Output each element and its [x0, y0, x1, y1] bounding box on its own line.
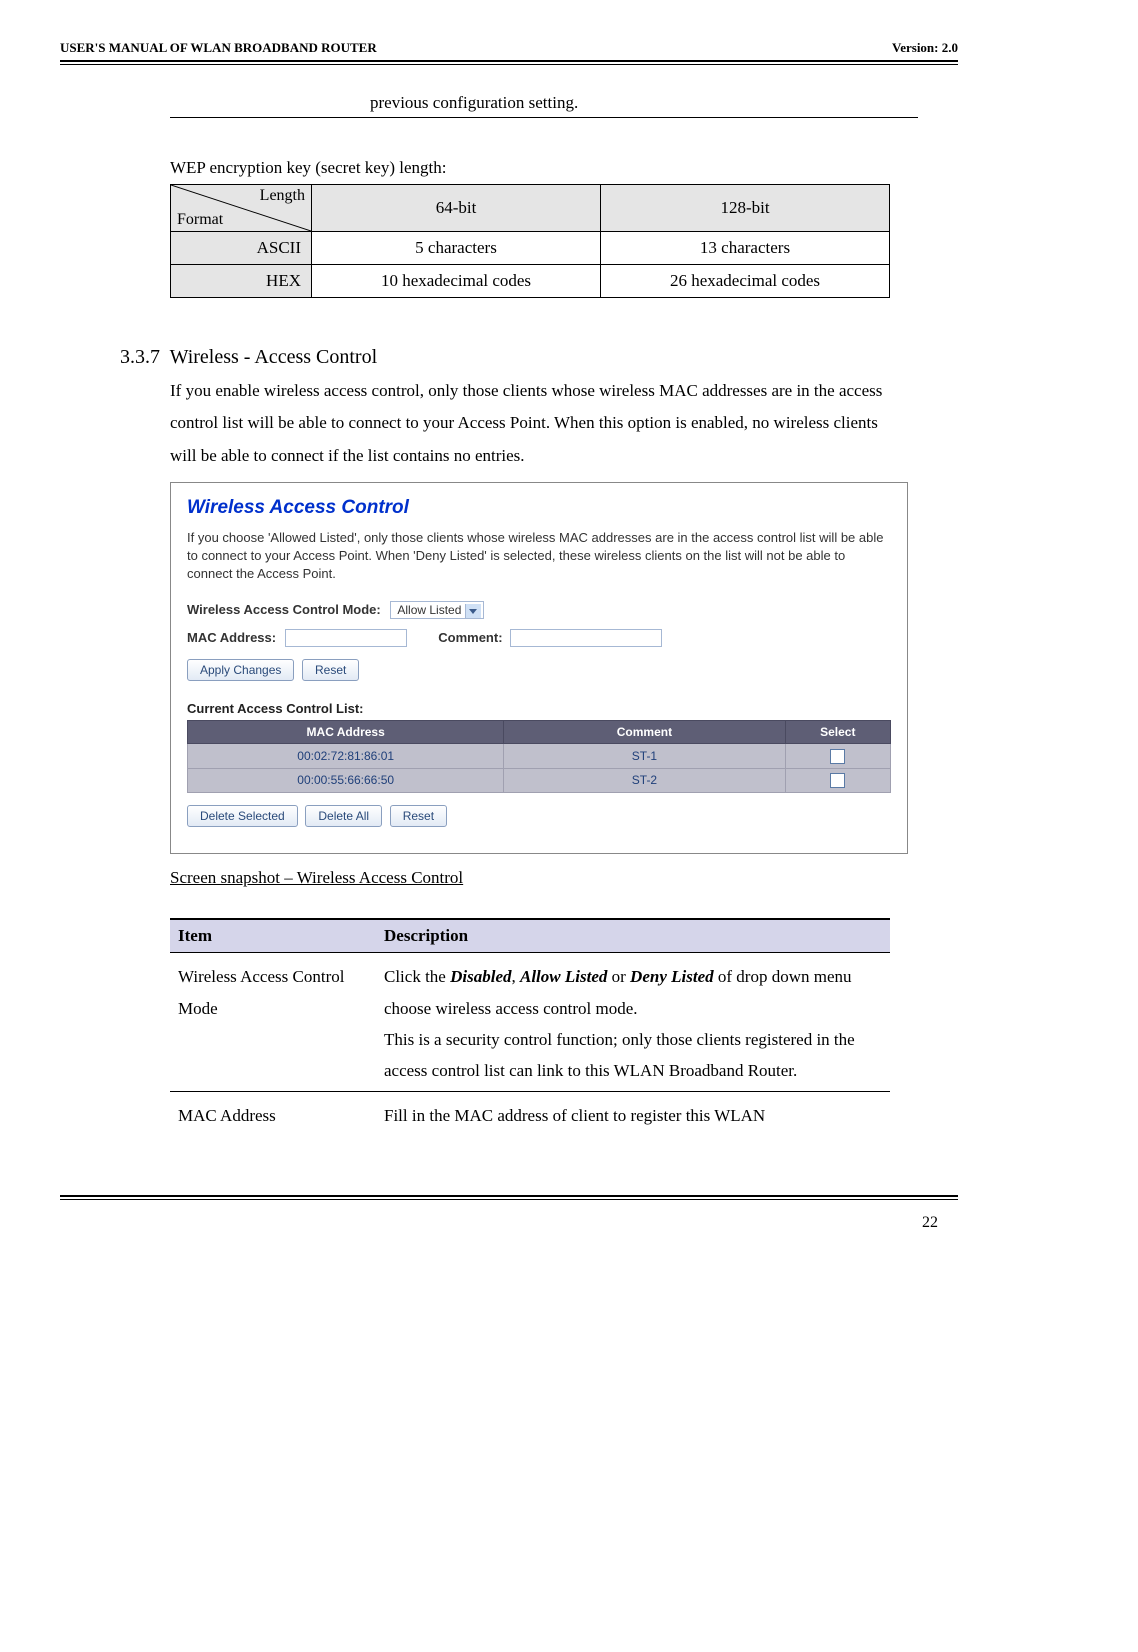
wep-header-format: Format: [177, 211, 223, 229]
header-right: Version: 2.0: [892, 40, 958, 56]
section-number: 3.3.7: [120, 346, 160, 368]
desc-text-pre: Click the: [384, 967, 450, 986]
panel-desc: If you choose 'Allowed Listed', only tho…: [187, 529, 891, 584]
description-table: Item Description Wireless Access Control…: [170, 918, 890, 1135]
desc-header-item: Item: [170, 919, 376, 953]
continuation-text: previous configuration setting.: [370, 93, 578, 112]
mode-label: Wireless Access Control Mode:: [187, 602, 381, 617]
desc-row-item: Wireless Access Control Mode: [170, 953, 376, 1092]
acl-col-select: Select: [785, 721, 890, 744]
apply-button[interactable]: Apply Changes: [187, 659, 294, 681]
wep-hex-64: 10 hexadecimal codes: [312, 265, 601, 298]
desc-opt-deny: Deny Listed: [630, 967, 714, 986]
header-rule: [60, 60, 958, 65]
wep-diagonal-header: Length Format: [171, 185, 312, 232]
section-body: If you enable wireless access control, o…: [170, 375, 908, 472]
wep-intro: WEP encryption key (secret key) length:: [170, 158, 958, 178]
delete-all-button[interactable]: Delete All: [305, 805, 382, 827]
section-heading: 3.3.7 Wireless - Access Control: [120, 346, 958, 369]
desc-text-rest: This is a security control function; onl…: [384, 1030, 855, 1080]
acl-row-comment: ST-2: [504, 768, 785, 792]
delete-selected-button[interactable]: Delete Selected: [187, 805, 298, 827]
wep-ascii-64: 5 characters: [312, 232, 601, 265]
section-title: Wireless - Access Control: [170, 346, 377, 368]
wep-header-length: Length: [260, 187, 305, 205]
mac-input[interactable]: [285, 629, 407, 647]
screenshot-panel: Wireless Access Control If you choose 'A…: [170, 482, 908, 854]
desc-row-item: MAC Address: [170, 1091, 376, 1135]
wep-row-ascii: ASCII: [171, 232, 312, 265]
desc-header-description: Description: [376, 919, 890, 953]
acl-row-checkbox[interactable]: [830, 773, 845, 788]
wep-ascii-128: 13 characters: [601, 232, 890, 265]
wep-col-64: 64-bit: [312, 185, 601, 232]
acl-row: 00:02:72:81:86:01 ST-1: [188, 744, 891, 768]
wep-col-128: 128-bit: [601, 185, 890, 232]
comment-label: Comment:: [438, 630, 502, 645]
acl-list-title: Current Access Control List:: [187, 701, 891, 716]
desc-row-text: Click the Disabled, Allow Listed or Deny…: [376, 953, 890, 1092]
desc-sep: or: [607, 967, 630, 986]
continuation-row: previous configuration setting.: [170, 93, 918, 118]
panel-title: Wireless Access Control: [187, 497, 891, 519]
reset-list-button[interactable]: Reset: [390, 805, 447, 827]
footer-rule: [60, 1195, 958, 1200]
acl-col-mac: MAC Address: [188, 721, 504, 744]
acl-row-mac: 00:00:55:66:66:50: [188, 768, 504, 792]
page-number: 22: [60, 1214, 958, 1232]
wep-table: Length Format 64-bit 128-bit ASCII 5 cha…: [170, 184, 890, 298]
screenshot-caption: Screen snapshot – Wireless Access Contro…: [170, 868, 958, 888]
acl-table: MAC Address Comment Select 00:02:72:81:8…: [187, 720, 891, 793]
acl-row: 00:00:55:66:66:50 ST-2: [188, 768, 891, 792]
comment-input[interactable]: [510, 629, 662, 647]
mode-select[interactable]: Allow Listed: [390, 601, 484, 619]
desc-sep: ,: [512, 967, 521, 986]
page-header: USER'S MANUAL OF WLAN BROADBAND ROUTER V…: [60, 40, 958, 60]
header-left: USER'S MANUAL OF WLAN BROADBAND ROUTER: [60, 40, 377, 56]
acl-row-comment: ST-1: [504, 744, 785, 768]
desc-row-text: Fill in the MAC address of client to reg…: [376, 1091, 890, 1135]
acl-row-checkbox[interactable]: [830, 749, 845, 764]
acl-col-comment: Comment: [504, 721, 785, 744]
mode-select-value: Allow Listed: [397, 603, 461, 617]
desc-opt-allow: Allow Listed: [520, 967, 607, 986]
reset-button[interactable]: Reset: [302, 659, 359, 681]
wep-hex-128: 26 hexadecimal codes: [601, 265, 890, 298]
wep-row-hex: HEX: [171, 265, 312, 298]
desc-opt-disabled: Disabled: [450, 967, 511, 986]
acl-row-mac: 00:02:72:81:86:01: [188, 744, 504, 768]
mac-label: MAC Address:: [187, 630, 277, 645]
